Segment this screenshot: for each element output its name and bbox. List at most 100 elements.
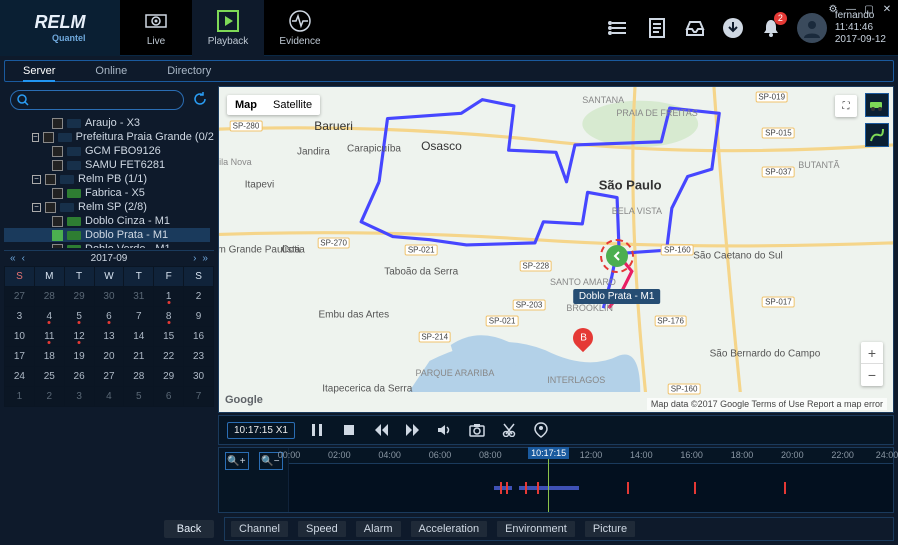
refresh-icon[interactable] — [192, 91, 208, 110]
cal-day[interactable]: 5 — [64, 307, 94, 327]
cal-next-month[interactable]: › — [193, 253, 196, 264]
cal-day[interactable]: 18 — [34, 347, 64, 367]
rewind-button[interactable] — [371, 420, 391, 440]
forward-button[interactable] — [403, 420, 423, 440]
map-vehicle-marker[interactable] — [600, 239, 634, 273]
cal-day[interactable]: 1 — [154, 287, 184, 307]
cal-day[interactable]: 16 — [184, 327, 214, 347]
timeline-cursor[interactable]: 10:17:15 — [548, 448, 549, 512]
cal-day[interactable]: 29 — [154, 367, 184, 387]
tree-group[interactable]: −Prefeitura Praia Grande (0/2) — [4, 130, 210, 144]
tree-group[interactable]: −Relm PB (1/1) — [4, 172, 210, 186]
cal-day[interactable]: 25 — [34, 367, 64, 387]
cal-prev-month[interactable]: ‹ — [22, 253, 25, 264]
volume-button[interactable] — [435, 420, 455, 440]
map-tool-vehicle-icon[interactable] — [865, 93, 889, 117]
search-box[interactable] — [10, 90, 184, 110]
map-type-map[interactable]: Map — [227, 95, 265, 115]
pause-button[interactable] — [307, 420, 327, 440]
cal-day[interactable]: 5 — [124, 387, 154, 407]
inbox-icon[interactable] — [683, 16, 707, 40]
map-zoom-in[interactable]: + — [861, 342, 883, 364]
map-marker-b[interactable]: B — [573, 328, 593, 354]
cal-day[interactable]: 28 — [124, 367, 154, 387]
cal-day[interactable]: 17 — [5, 347, 35, 367]
mode-playback[interactable]: Playback — [192, 0, 264, 56]
cal-day[interactable]: 23 — [184, 347, 214, 367]
activity-icon — [287, 8, 313, 34]
cal-day[interactable]: 22 — [154, 347, 184, 367]
cal-day[interactable]: 4 — [34, 307, 64, 327]
locate-button[interactable] — [531, 420, 551, 440]
timeline-zoom-in[interactable]: 🔍+ — [225, 452, 249, 470]
back-button[interactable]: Back — [164, 520, 214, 538]
map[interactable]: São Paulo Osasco Barueri Jandira Carapic… — [218, 86, 894, 413]
cal-day[interactable]: 10 — [5, 327, 35, 347]
cal-day[interactable]: 1 — [5, 387, 35, 407]
minimize-icon[interactable]: — — [844, 2, 858, 16]
cal-day[interactable]: 19 — [64, 347, 94, 367]
cal-day[interactable]: 27 — [5, 287, 35, 307]
cal-day[interactable]: 3 — [64, 387, 94, 407]
map-road: SP-203 — [513, 299, 546, 310]
cal-day[interactable]: 28 — [34, 287, 64, 307]
bell-icon[interactable]: 2 — [759, 16, 783, 40]
cal-day[interactable]: 9 — [184, 307, 214, 327]
tree-item[interactable]: Araujo - X3 — [4, 116, 210, 130]
cal-day[interactable]: 3 — [5, 307, 35, 327]
doc-icon[interactable] — [645, 16, 669, 40]
settings-icon[interactable]: ⚙ — [826, 2, 840, 16]
tree-item[interactable]: Doblo Verde - M1 — [4, 242, 210, 248]
cal-day[interactable]: 27 — [94, 367, 124, 387]
cal-day[interactable]: 4 — [94, 387, 124, 407]
mode-live[interactable]: Live — [120, 0, 192, 56]
timeline[interactable]: 🔍+ 🔍− 00:00 02:00 04:00 06:00 08:00 10:0… — [218, 447, 894, 513]
cal-day[interactable]: 7 — [184, 387, 214, 407]
cal-day[interactable]: 2 — [34, 387, 64, 407]
map-zoom-out[interactable]: − — [861, 364, 883, 386]
cal-day[interactable]: 26 — [64, 367, 94, 387]
tree-group[interactable]: −Relm SP (2/8) — [4, 200, 210, 214]
tab-directory[interactable]: Directory — [167, 65, 211, 77]
clip-button[interactable] — [499, 420, 519, 440]
map-fullscreen-icon[interactable]: ⛶ — [835, 95, 857, 117]
cal-day[interactable]: 24 — [5, 367, 35, 387]
stop-button[interactable] — [339, 420, 359, 440]
cal-day[interactable]: 30 — [94, 287, 124, 307]
cal-day[interactable]: 30 — [184, 367, 214, 387]
snapshot-button[interactable] — [467, 420, 487, 440]
tree-item[interactable]: Doblo Cinza - M1 — [4, 214, 210, 228]
list-icon[interactable] — [607, 16, 631, 40]
tree-item-selected[interactable]: Doblo Prata - M1 — [4, 228, 210, 242]
restore-icon[interactable]: ▢ — [862, 2, 876, 16]
tree-item[interactable]: SAMU FET6281 — [4, 158, 210, 172]
tree-item[interactable]: GCM FBO9126 — [4, 144, 210, 158]
cal-next-year[interactable]: » — [202, 253, 208, 264]
cal-day[interactable]: 8 — [154, 307, 184, 327]
cal-day[interactable]: 6 — [154, 387, 184, 407]
tree-item[interactable]: Fabrica - X5 — [4, 186, 210, 200]
map-tool-path-icon[interactable] — [865, 123, 889, 147]
cal-month: 2017-09 — [91, 253, 128, 264]
map-label: Osasco — [421, 139, 462, 153]
download-icon[interactable] — [721, 16, 745, 40]
cal-day[interactable]: 14 — [124, 327, 154, 347]
search-input[interactable] — [33, 95, 177, 106]
close-icon[interactable]: ✕ — [880, 2, 894, 16]
cal-day[interactable]: 7 — [124, 307, 154, 327]
cal-prev-year[interactable]: « — [10, 253, 16, 264]
cal-day[interactable]: 20 — [94, 347, 124, 367]
map-type-satellite[interactable]: Satellite — [265, 95, 320, 115]
cal-day[interactable]: 15 — [154, 327, 184, 347]
cal-day[interactable]: 2 — [184, 287, 214, 307]
cal-day[interactable]: 11 — [34, 327, 64, 347]
mode-evidence[interactable]: Evidence — [264, 0, 336, 56]
cal-day[interactable]: 21 — [124, 347, 154, 367]
cal-day[interactable]: 13 — [94, 327, 124, 347]
cal-day[interactable]: 6 — [94, 307, 124, 327]
tab-online[interactable]: Online — [95, 65, 127, 77]
cal-day[interactable]: 29 — [64, 287, 94, 307]
tab-server[interactable]: Server — [23, 65, 55, 77]
cal-day[interactable]: 12 — [64, 327, 94, 347]
cal-day[interactable]: 31 — [124, 287, 154, 307]
